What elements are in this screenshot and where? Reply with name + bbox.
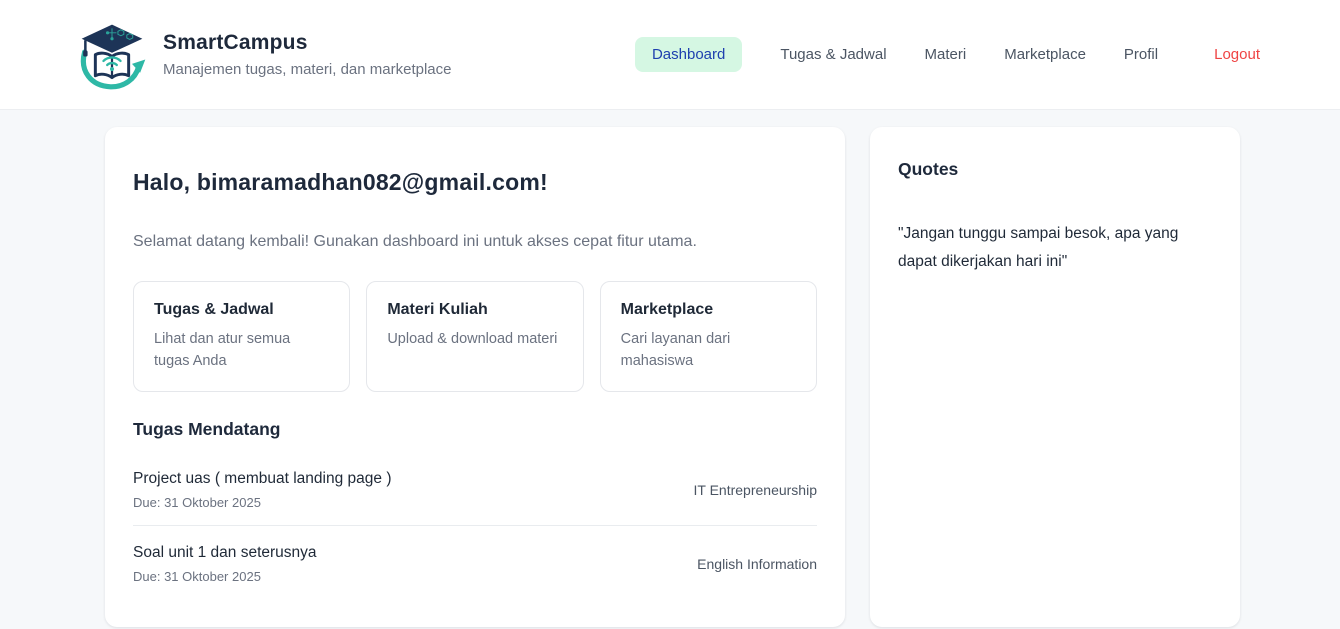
quick-card-title: Marketplace [621, 301, 796, 319]
quick-card-tugas-jadwal[interactable]: Tugas & Jadwal Lihat dan atur semua tuga… [133, 281, 350, 392]
quick-card-title: Tugas & Jadwal [154, 301, 329, 319]
task-row[interactable]: Project uas ( membuat landing page ) Due… [133, 452, 817, 525]
main-nav: Dashboard Tugas & Jadwal Materi Marketpl… [635, 37, 1260, 72]
nav-item-dashboard[interactable]: Dashboard [635, 37, 742, 72]
quick-card-marketplace[interactable]: Marketplace Cari layanan dari mahasiswa [600, 281, 817, 392]
logout-link[interactable]: Logout [1214, 46, 1260, 63]
brand-text: SmartCampus Manajemen tugas, materi, dan… [163, 31, 451, 78]
quick-card-description: Upload & download materi [387, 328, 562, 350]
task-info: Soal unit 1 dan seterusnya Due: 31 Oktob… [133, 544, 317, 584]
task-row[interactable]: Soal unit 1 dan seterusnya Due: 31 Oktob… [133, 525, 817, 599]
task-title: Project uas ( membuat landing page ) [133, 470, 391, 488]
task-info: Project uas ( membuat landing page ) Due… [133, 470, 391, 510]
app-subtitle: Manajemen tugas, materi, dan marketplace [163, 61, 451, 78]
quick-card-description: Cari layanan dari mahasiswa [621, 328, 796, 372]
upcoming-tasks-heading: Tugas Mendatang [133, 419, 817, 440]
main-content: Halo, bimaramadhan082@gmail.com! Selamat… [0, 110, 1340, 629]
nav-item-marketplace[interactable]: Marketplace [1004, 46, 1086, 63]
task-course-label: IT Entrepreneurship [694, 482, 817, 498]
task-list: Project uas ( membuat landing page ) Due… [133, 452, 817, 599]
nav-item-profil[interactable]: Profil [1124, 46, 1158, 63]
quick-card-materi-kuliah[interactable]: Materi Kuliah Upload & download materi [366, 281, 583, 392]
task-due-date: Due: 31 Oktober 2025 [133, 569, 317, 584]
task-due-date: Due: 31 Oktober 2025 [133, 495, 391, 510]
task-title: Soal unit 1 dan seterusnya [133, 544, 317, 562]
quotes-card: Quotes "Jangan tunggu sampai besok, apa … [870, 127, 1240, 627]
quick-card-description: Lihat dan atur semua tugas Anda [154, 328, 329, 372]
greeting-subtitle: Selamat datang kembali! Gunakan dashboar… [133, 233, 817, 251]
app-title: SmartCampus [163, 31, 451, 55]
quotes-heading: Quotes [898, 159, 1212, 180]
app-header: SmartCampus Manajemen tugas, materi, dan… [0, 0, 1340, 110]
nav-item-materi[interactable]: Materi [925, 46, 967, 63]
greeting-title: Halo, bimaramadhan082@gmail.com! [133, 169, 817, 196]
smartcampus-logo-icon [75, 18, 149, 92]
dashboard-card: Halo, bimaramadhan082@gmail.com! Selamat… [105, 127, 845, 627]
brand: SmartCampus Manajemen tugas, materi, dan… [75, 18, 451, 92]
quote-text: "Jangan tunggu sampai besok, apa yang da… [898, 220, 1212, 276]
nav-item-tugas-jadwal[interactable]: Tugas & Jadwal [780, 46, 886, 63]
task-course-label: English Information [697, 556, 817, 572]
quick-card-title: Materi Kuliah [387, 301, 562, 319]
quick-links: Tugas & Jadwal Lihat dan atur semua tuga… [133, 281, 817, 392]
